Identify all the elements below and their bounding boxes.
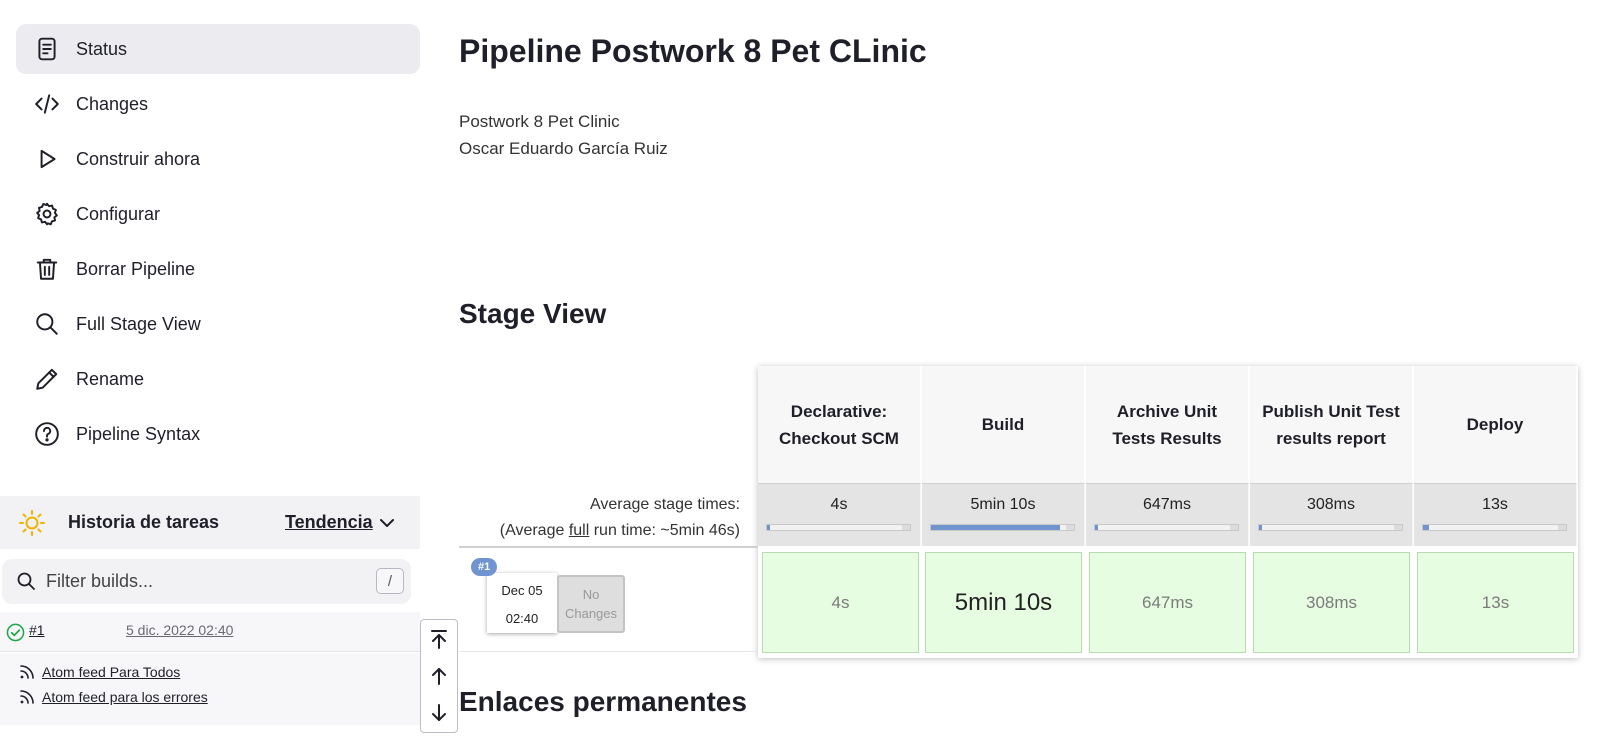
sidebar: Status Changes Construir ahora Configura… (0, 0, 458, 738)
sidebar-item-borrar-pipeline[interactable]: Borrar Pipeline (16, 244, 420, 294)
atom-feeds: Atom feed Para Todos Atom feed para los … (0, 653, 420, 725)
scroll-controls (420, 619, 458, 733)
stage-progress-bar (1094, 524, 1239, 531)
sidebar-item-status[interactable]: Status (16, 24, 420, 74)
average-run-time-label: (Average full run time: ~5min 46s) (500, 522, 740, 540)
build-date-link[interactable]: 5 dic. 2022 02:40 (126, 622, 233, 638)
stage-header: Declarative: Checkout SCM (758, 366, 921, 483)
play-icon (34, 146, 60, 172)
keyboard-shortcut-hint: / (376, 568, 404, 594)
sidebar-item-label: Rename (76, 368, 145, 389)
stage-result-cell[interactable]: 647ms (1089, 552, 1246, 653)
stage-progress-fill (767, 525, 770, 530)
stage-progress-bar (1258, 524, 1403, 531)
success-check-icon (6, 623, 25, 642)
trend-link[interactable]: Tendencia (285, 512, 373, 533)
stage-average: 13s (1414, 483, 1577, 546)
atom-feed-errors-link[interactable]: Atom feed para los errores (42, 689, 208, 705)
stage-progress-fill (931, 525, 1060, 530)
avg-run-full-link[interactable]: full (569, 522, 589, 539)
stage-progress-bar (1422, 524, 1567, 531)
permalinks-title: Enlaces permanentes (459, 686, 747, 717)
stage-header: Build (922, 366, 1085, 483)
run-time: 02:40 (505, 611, 539, 626)
sidebar-item-label: Borrar Pipeline (76, 258, 196, 279)
build-history-header: Historia de tareas Tendencia (0, 496, 420, 549)
stage-result-cell[interactable]: 5min 10s (925, 552, 1082, 653)
stage-progress-fill (1423, 525, 1429, 530)
stage-progress-fill (1095, 525, 1098, 530)
chevron-down-icon[interactable] (377, 513, 397, 533)
sidebar-item-rename[interactable]: Rename (16, 354, 420, 404)
code-icon (34, 91, 60, 117)
build-number-link[interactable]: #1 (29, 622, 45, 638)
arrow-to-top-icon (431, 630, 447, 649)
scroll-top-button[interactable] (421, 621, 457, 657)
build-history-title: Historia de tareas (68, 512, 220, 532)
description-line-2: Oscar Eduardo García Ruiz (459, 139, 668, 158)
feed-all: Atom feed Para Todos (18, 663, 180, 681)
build-row[interactable]: #1 5 dic. 2022 02:40 (0, 612, 420, 652)
search-icon (17, 572, 35, 590)
stage-result-cell[interactable]: 13s (1417, 552, 1574, 653)
sidebar-item-configurar[interactable]: Configurar (16, 189, 420, 239)
description-line-1: Postwork 8 Pet Clinic (459, 112, 620, 131)
stage-average: 647ms (1086, 483, 1249, 546)
sidebar-item-label: Construir ahora (76, 148, 201, 169)
rss-icon (20, 690, 34, 704)
stage-average-time: 4s (830, 496, 848, 513)
arrow-up-icon (432, 668, 446, 685)
feed-errors: Atom feed para los errores (18, 688, 208, 706)
run-row: #1 Dec 05 02:40 No Changes (459, 546, 758, 652)
sidebar-item-changes[interactable]: Changes (16, 79, 420, 129)
stage-average: 5min 10s (922, 483, 1085, 546)
stage-view-table: Declarative: Checkout SCM Build Archive … (758, 366, 1578, 658)
stage-result-cell[interactable]: 4s (762, 552, 919, 653)
scroll-up-button[interactable] (421, 658, 457, 694)
sidebar-item-label: Configurar (76, 203, 161, 224)
sidebar-item-label: Status (76, 38, 128, 59)
stage-average-time: 5min 10s (970, 496, 1036, 513)
run-date-card[interactable]: Dec 05 02:40 (487, 573, 557, 633)
stage-progress-bar (766, 524, 911, 531)
help-circle-icon (34, 421, 60, 447)
sidebar-item-construir-ahora[interactable]: Construir ahora (16, 134, 420, 184)
scroll-down-button[interactable] (421, 695, 457, 731)
run-badge[interactable]: #1 (471, 558, 498, 576)
stage-average-time: 13s (1482, 496, 1508, 513)
stage-header: Archive Unit Tests Results (1086, 366, 1249, 483)
sidebar-item-label: Full Stage View (76, 313, 201, 334)
pencil-icon (34, 366, 60, 392)
document-icon (34, 36, 60, 62)
search-icon (34, 311, 60, 337)
sidebar-item-pipeline-syntax[interactable]: Pipeline Syntax (16, 409, 420, 459)
stage-header: Deploy (1414, 366, 1577, 483)
stage-average-time: 647ms (1142, 496, 1192, 513)
page-title: Pipeline Postwork 8 Pet CLinic (459, 33, 927, 69)
run-date: Dec 05 (501, 583, 543, 598)
average-stage-times-label: Average stage times: (589, 496, 740, 513)
filter-builds-box: / (2, 559, 411, 604)
stage-progress-bar (930, 524, 1075, 531)
stage-progress-fill (1259, 525, 1262, 530)
stage-view-title: Stage View (459, 298, 607, 329)
stage-average: 4s (758, 483, 921, 546)
stage-average-time: 308ms (1306, 496, 1356, 513)
sidebar-item-label: Changes (76, 93, 149, 114)
atom-feed-all-link[interactable]: Atom feed Para Todos (42, 664, 180, 680)
weather-sunny-icon (19, 510, 45, 536)
trash-icon (34, 256, 60, 282)
sidebar-item-full-stage-view[interactable]: Full Stage View (16, 299, 420, 349)
arrow-down-icon (432, 704, 446, 721)
avg-run-suffix: run time: ~5min 46s) (589, 522, 740, 539)
sidebar-item-label: Pipeline Syntax (76, 423, 201, 444)
rss-icon (20, 665, 34, 679)
run-changes[interactable]: No Changes (557, 575, 625, 633)
avg-run-prefix: (Average (499, 522, 569, 539)
stage-result-cell[interactable]: 308ms (1253, 552, 1410, 653)
stage-average: 308ms (1250, 483, 1413, 546)
stage-header: Publish Unit Test results report (1250, 366, 1413, 483)
gear-icon (34, 201, 60, 227)
filter-builds-input[interactable] (46, 567, 366, 595)
